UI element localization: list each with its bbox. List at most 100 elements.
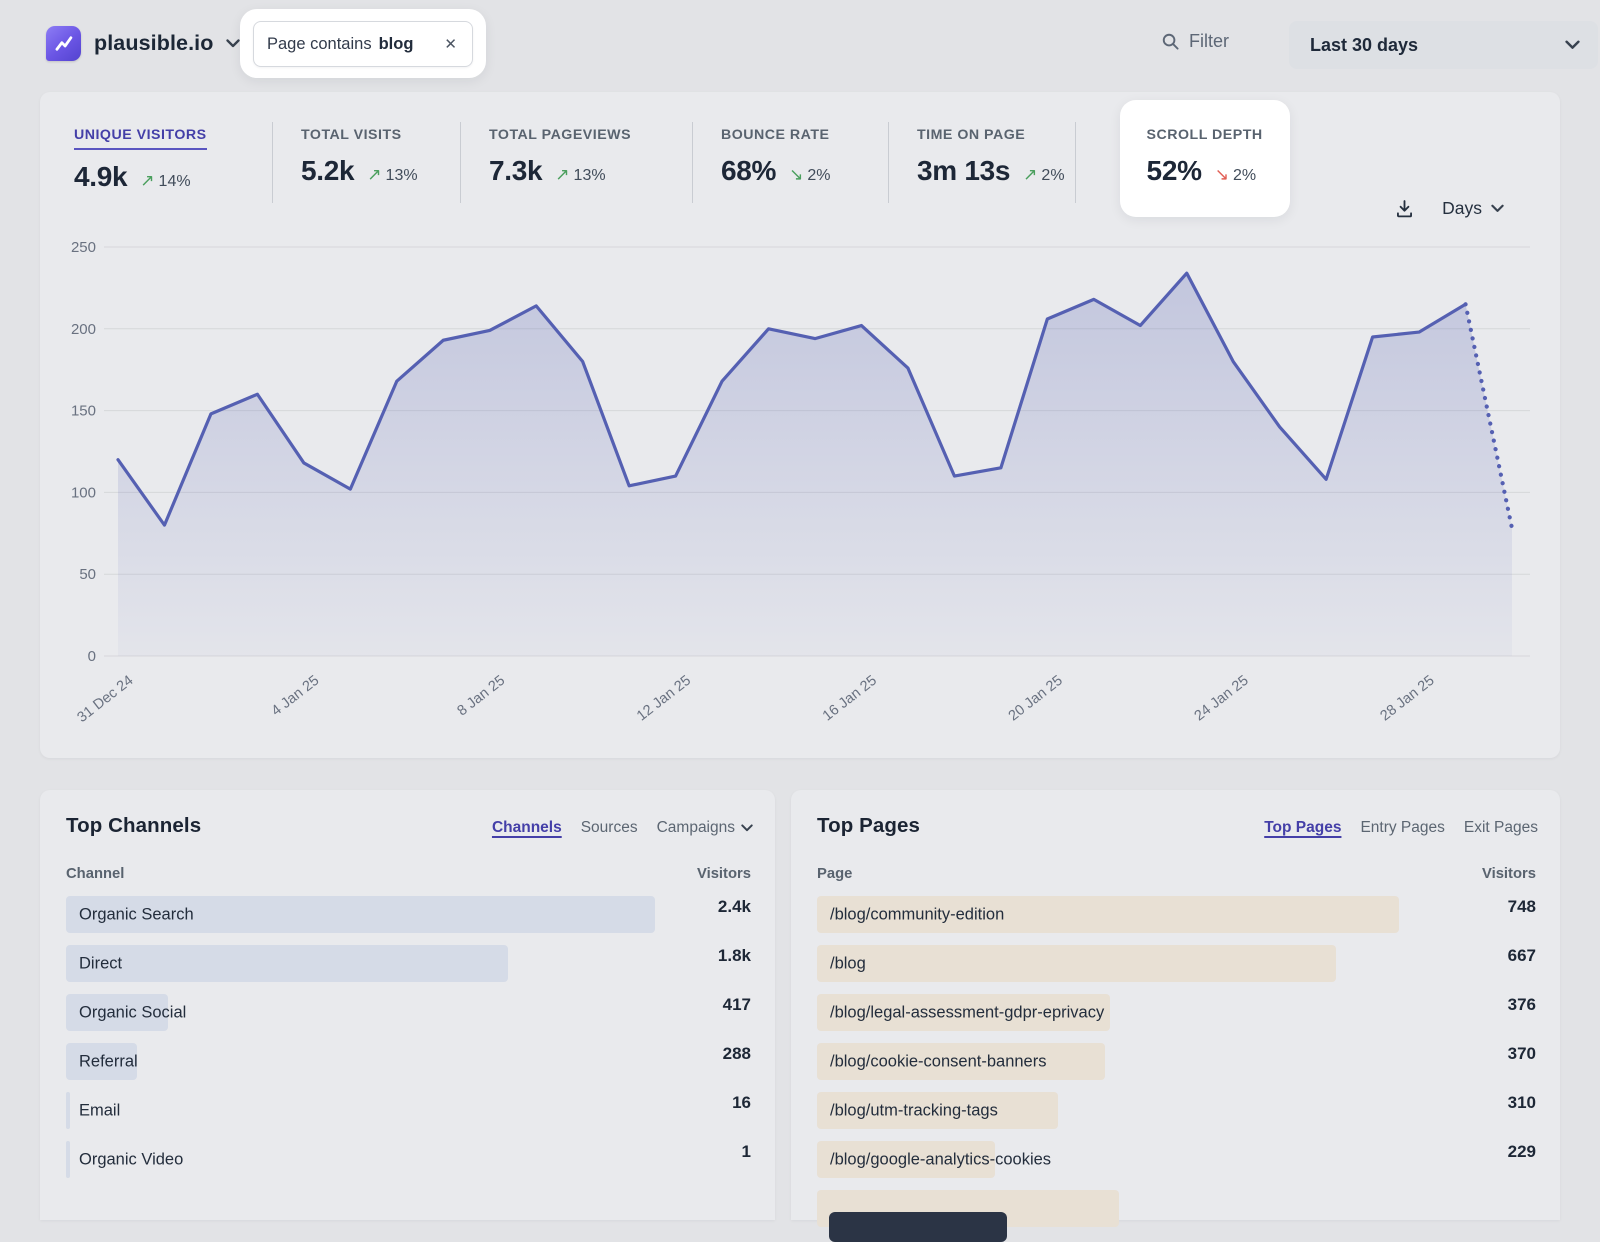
row-label: Organic Search xyxy=(79,905,194,924)
stat-total-visits[interactable]: TOTAL VISITS 5.2k ↗13% xyxy=(301,126,450,187)
date-range-value: Last 30 days xyxy=(1310,35,1418,56)
row-label: Direct xyxy=(79,954,122,973)
table-row-direct[interactable]: Direct1.8k xyxy=(66,945,751,982)
row-value: 1 xyxy=(742,1142,751,1162)
svg-text:50: 50 xyxy=(79,566,96,583)
table-row-blog-google-analytics-cookies[interactable]: /blog/google-analytics-cookies 229 xyxy=(817,1141,1536,1178)
visitors-chart[interactable]: 05010015020025031 Dec 244 Jan 258 Jan 25… xyxy=(40,220,1560,760)
stat-value: 52% xyxy=(1147,155,1202,187)
card-title: Top Channels xyxy=(66,814,201,838)
chart-tools: Days xyxy=(1394,198,1504,219)
stat-change: ↗2% xyxy=(1023,165,1064,185)
table-row-organic-search[interactable]: Organic Search2.4k xyxy=(66,896,751,933)
tab-campaigns[interactable]: Campaigns xyxy=(657,819,753,837)
stat-change: ↗14% xyxy=(140,171,190,191)
stat-label: BOUNCE RATE xyxy=(721,127,830,143)
stat-change-value: 13% xyxy=(574,167,606,185)
filter-pill-prefix: Page contains xyxy=(267,35,372,54)
pages-tabs: Top Pages Entry Pages Exit Pages xyxy=(1264,819,1538,837)
tab-entry-pages[interactable]: Entry Pages xyxy=(1360,819,1444,837)
table-row-blog-utm-tracking-tags[interactable]: /blog/utm-tracking-tags310 xyxy=(817,1092,1536,1129)
trend-down-arrow-icon: ↘ xyxy=(789,165,803,185)
row-value: 288 xyxy=(723,1044,751,1064)
svg-text:8 Jan 25: 8 Jan 25 xyxy=(455,673,509,720)
row-label: Email xyxy=(79,1101,120,1120)
channels-rows: Organic Search2.4k Direct1.8k Organic Soci… xyxy=(66,896,751,1190)
top-pages-card: Top Pages Top Pages Entry Pages Exit Pages… xyxy=(791,790,1560,1220)
stat-change: ↘2% xyxy=(1215,165,1256,185)
stat-time-on-page[interactable]: TIME ON PAGE3m 13s↗2% xyxy=(917,126,1065,187)
row-label: Organic Social xyxy=(79,1003,186,1022)
svg-text:100: 100 xyxy=(71,484,96,501)
tab-label: Channels xyxy=(492,819,562,837)
pages-rows: /blog/community-edition 748/blog667/blog/… xyxy=(817,896,1536,1239)
row-value: 376 xyxy=(1508,995,1536,1015)
stat-label: TOTAL VISITS xyxy=(301,127,402,143)
svg-text:20 Jan 25: 20 Jan 25 xyxy=(1006,673,1066,725)
table-row-organic-social[interactable]: Organic Social 417 xyxy=(66,994,751,1031)
row-label: /blog/google-analytics-cookies xyxy=(830,1150,1051,1169)
row-value: 748 xyxy=(1508,897,1536,917)
download-icon[interactable] xyxy=(1394,198,1415,219)
table-row-referral[interactable]: Referral288 xyxy=(66,1043,751,1080)
table-row-organic-video[interactable]: Organic Video 1 xyxy=(66,1141,751,1178)
site-switcher[interactable]: plausible.io xyxy=(46,26,240,61)
stat-wrap-time-on-page: TIME ON PAGE3m 13s↗2% xyxy=(888,122,1075,203)
table-row-blog-legal-assessment-gdpr-eprivacy[interactable]: /blog/legal-assessment-gdpr-eprivacy376 xyxy=(817,994,1536,1031)
stat-wrap-total-pageviews: TOTAL PAGEVIEWS7.3k↗13% xyxy=(460,122,692,203)
trend-up-arrow-icon: ↗ xyxy=(1023,165,1037,185)
chevron-down-icon xyxy=(1491,204,1504,213)
row-value: 417 xyxy=(723,995,751,1015)
svg-text:0: 0 xyxy=(88,648,96,665)
svg-text:28 Jan 25: 28 Jan 25 xyxy=(1377,673,1437,725)
stat-label: TOTAL PAGEVIEWS xyxy=(489,127,631,143)
close-icon[interactable]: ✕ xyxy=(442,35,459,54)
row-value: 229 xyxy=(1508,1142,1536,1162)
tab-label: Sources xyxy=(581,819,638,837)
stat-change: ↗13% xyxy=(367,165,417,185)
stat-bounce-rate[interactable]: BOUNCE RATE68%↘2% xyxy=(721,126,878,187)
stat-total-pageviews[interactable]: TOTAL PAGEVIEWS7.3k↗13% xyxy=(489,126,682,187)
chevron-down-icon xyxy=(741,824,753,832)
site-name: plausible.io xyxy=(94,31,213,56)
stat-label: TIME ON PAGE xyxy=(917,127,1025,143)
svg-text:200: 200 xyxy=(71,321,96,338)
stat-unique-visitors[interactable]: UNIQUE VISITORS4.9k↗14% xyxy=(74,126,262,193)
table-row-blog-community-edition[interactable]: /blog/community-edition 748 xyxy=(817,896,1536,933)
row-bar xyxy=(66,1092,70,1129)
stat-value: 5.2k xyxy=(301,155,354,187)
row-label: /blog/community-edition xyxy=(830,905,1004,924)
date-range-select[interactable]: Last 30 days xyxy=(1289,21,1598,69)
table-row-blog-cookie-consent-banners[interactable]: /blog/cookie-consent-banners370 xyxy=(817,1043,1536,1080)
svg-text:16 Jan 25: 16 Jan 25 xyxy=(820,673,880,725)
row-value: 667 xyxy=(1508,946,1536,966)
row-value: 370 xyxy=(1508,1044,1536,1064)
header: plausible.io Page contains blog ✕ Filter… xyxy=(0,0,1600,92)
stat-value: 7.3k xyxy=(489,155,542,187)
trend-up-arrow-icon: ↗ xyxy=(367,165,381,185)
table-row-blog[interactable]: /blog667 xyxy=(817,945,1536,982)
row-label: Organic Video xyxy=(79,1150,183,1169)
row-value: 16 xyxy=(732,1093,751,1113)
column-header-right: Visitors xyxy=(1482,866,1536,882)
stat-change-value: 2% xyxy=(1233,167,1256,185)
tab-sources[interactable]: Sources xyxy=(581,819,638,837)
filter-button-label: Filter xyxy=(1189,31,1229,52)
stat-scroll-depth[interactable]: SCROLL DEPTH52%↘2% xyxy=(1120,100,1290,217)
tab-label: Campaigns xyxy=(657,819,735,837)
stat-wrap-scroll-depth: SCROLL DEPTH52%↘2% xyxy=(1075,122,1290,203)
tab-top-pages[interactable]: Top Pages xyxy=(1264,819,1341,837)
stat-wrap-unique-visitors: UNIQUE VISITORS4.9k↗14% xyxy=(74,122,272,203)
interval-select[interactable]: Days xyxy=(1442,198,1504,219)
filter-pill[interactable]: Page contains blog ✕ xyxy=(253,21,473,67)
svg-text:4 Jan 25: 4 Jan 25 xyxy=(269,673,323,720)
row-bar xyxy=(66,1141,70,1178)
row-label: /blog/utm-tracking-tags xyxy=(830,1101,998,1120)
filter-button[interactable]: Filter xyxy=(1161,31,1229,52)
table-row-email[interactable]: Email 16 xyxy=(66,1092,751,1129)
column-header-left: Channel xyxy=(66,866,124,882)
tab-exit-pages[interactable]: Exit Pages xyxy=(1464,819,1538,837)
svg-text:150: 150 xyxy=(71,403,96,420)
tab-channels[interactable]: Channels xyxy=(492,819,562,837)
svg-text:31 Dec 24: 31 Dec 24 xyxy=(75,673,137,726)
